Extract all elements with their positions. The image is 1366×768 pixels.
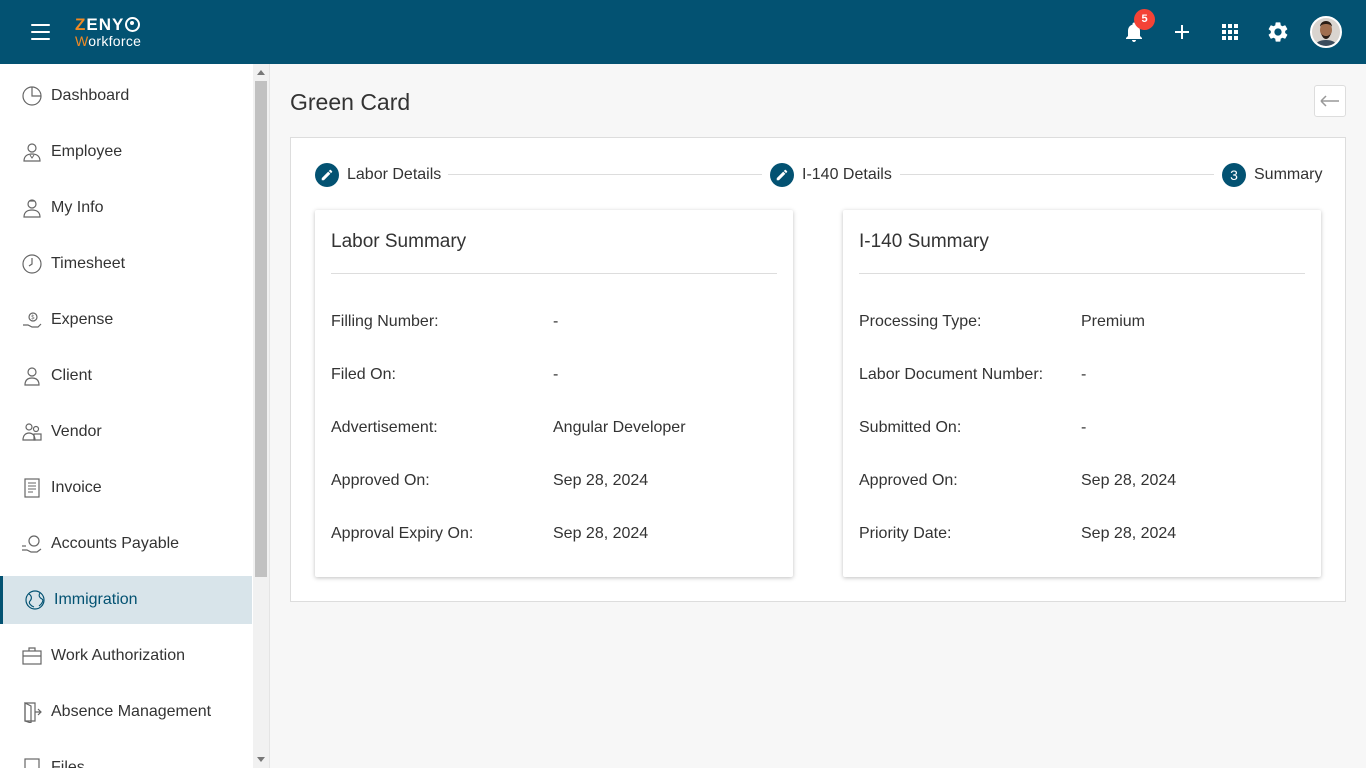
scrollbar-thumb[interactable] [255, 81, 267, 577]
card-title: Labor Summary [331, 231, 467, 252]
step-connector [900, 174, 1214, 175]
file-icon [21, 757, 43, 768]
sidebar-item-vendor[interactable]: Vendor [0, 408, 252, 456]
top-bar: Z ENY Workforce 5 [0, 0, 1366, 64]
sidebar-scrollbar[interactable] [253, 64, 269, 768]
sidebar-item-my-info[interactable]: My Info [0, 184, 252, 232]
back-button[interactable] [1314, 85, 1346, 117]
sidebar-item-timesheet[interactable]: Timesheet [0, 240, 252, 288]
expense-icon: $ [21, 309, 43, 331]
scroll-down-arrow-icon[interactable] [257, 757, 265, 762]
sidebar-item-invoice[interactable]: Invoice [0, 464, 252, 512]
settings-gear-icon[interactable] [1266, 20, 1290, 44]
invoice-icon [21, 477, 43, 499]
step-labor-details[interactable]: Labor Details [315, 162, 441, 188]
logo[interactable]: Z ENY Workforce [75, 16, 141, 48]
user-icon [21, 365, 43, 387]
sidebar-item-absence-management[interactable]: Absence Management [0, 688, 252, 736]
clock-icon [21, 253, 43, 275]
notification-count-badge: 5 [1134, 9, 1155, 30]
sidebar-item-immigration[interactable]: Immigration [0, 576, 252, 624]
menu-icon[interactable] [28, 24, 52, 42]
step-connector [448, 174, 762, 175]
sidebar-item-work-authorization[interactable]: Work Authorization [0, 632, 252, 680]
sidebar-item-employee[interactable]: Employee [0, 128, 252, 176]
sidebar-item-client[interactable]: Client [0, 352, 252, 400]
apps-grid-icon[interactable] [1218, 20, 1242, 44]
edit-pencil-icon [770, 163, 794, 187]
scroll-up-arrow-icon[interactable] [257, 70, 265, 75]
divider [331, 273, 777, 274]
sidebar-item-expense[interactable]: $ Expense [0, 296, 252, 344]
payable-icon [21, 533, 43, 555]
step-number: 3 [1222, 163, 1246, 187]
i140-summary-card: I-140 Summary Processing Type: Premium La… [843, 210, 1321, 577]
add-icon[interactable] [1170, 20, 1194, 44]
user-avatar[interactable] [1310, 16, 1342, 48]
step-i140-details[interactable]: I-140 Details [770, 162, 892, 188]
labor-summary-card: Labor Summary Filling Number: - Filed On:… [315, 210, 793, 577]
step-summary[interactable]: 3 Summary [1222, 162, 1322, 188]
edit-pencil-icon [315, 163, 339, 187]
page-title: Green Card [290, 89, 411, 115]
my-info-icon [21, 197, 43, 219]
svg-text:$: $ [31, 314, 35, 321]
globe-icon [24, 589, 46, 611]
sidebar-item-dashboard[interactable]: Dashboard [0, 72, 252, 120]
sidebar-item-files[interactable]: Files [0, 744, 252, 768]
divider [859, 273, 1305, 274]
pie-chart-icon [21, 85, 43, 107]
arrow-left-icon [1315, 95, 1345, 120]
sidebar: Dashboard Employee My Info Timesheet $ E… [0, 64, 270, 768]
employee-icon [21, 141, 43, 163]
notifications-bell-icon[interactable]: 5 [1122, 9, 1155, 44]
sidebar-item-accounts-payable[interactable]: Accounts Payable [0, 520, 252, 568]
card-title: I-140 Summary [859, 231, 989, 252]
vendor-icon [21, 421, 43, 443]
briefcase-icon [21, 645, 43, 667]
exit-door-icon [21, 701, 43, 724]
